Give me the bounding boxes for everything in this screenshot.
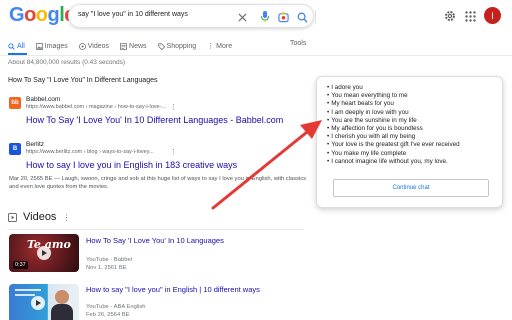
header-divider <box>0 55 512 56</box>
mic-icon[interactable] <box>258 10 272 24</box>
list-item: I cannot imagine life without you, my lo… <box>327 158 460 166</box>
list-item: You are the sunshine in my life <box>327 117 460 125</box>
list-item: You make my life complete <box>327 150 460 158</box>
tag-icon <box>157 42 165 50</box>
video-date: Nov 1, 2561 BE <box>86 265 127 271</box>
tab-all[interactable]: All <box>8 39 25 53</box>
tab-label: Shopping <box>166 42 197 50</box>
list-item: I cherish you with all my being <box>327 133 460 141</box>
logo-letter: G <box>9 4 25 26</box>
avatar[interactable]: I <box>484 7 501 24</box>
news-icon <box>120 42 128 50</box>
lens-icon[interactable] <box>276 10 290 24</box>
result-url: https://www.berlitz.com › blog › ways-to… <box>26 149 154 155</box>
thumbnail-graphic <box>15 289 41 291</box>
popup-list: I adore you You mean everything to me My… <box>327 84 460 166</box>
videos-section-header: Videos ⋮ <box>8 211 70 223</box>
apps-icon[interactable] <box>463 9 477 23</box>
thumbnail-graphic <box>15 294 35 296</box>
result-site-name: Babbel.com <box>26 96 61 103</box>
play-icon <box>37 246 51 260</box>
tab-news[interactable]: News <box>120 39 147 53</box>
tab-images[interactable]: Images <box>35 39 68 53</box>
babbel-favicon: bb <box>9 97 21 109</box>
tab-label: Videos <box>87 42 110 50</box>
result-site-name: Berlitz <box>26 141 45 148</box>
tab-videos[interactable]: Videos <box>78 39 110 53</box>
video-title-link[interactable]: How To Say 'I Love You' In 10 Languages <box>86 236 224 245</box>
list-item: My heart beats for you <box>327 100 460 108</box>
result-title-link[interactable]: How To Say 'I Love You' In 10 Different … <box>26 115 283 125</box>
result-stats: About 84,800,000 results (0.43 seconds) <box>8 59 126 66</box>
tab-label: All <box>17 42 25 50</box>
tab-more[interactable]: ⋮ More <box>207 39 232 53</box>
video-duration: 0:37 <box>13 261 28 269</box>
berlitz-favicon: B <box>9 143 21 155</box>
continue-chat-button[interactable]: Continue chat <box>333 179 489 197</box>
list-item: You mean everything to me <box>327 92 460 100</box>
image-icon <box>35 42 43 50</box>
play-icon <box>31 296 45 310</box>
tab-label: More <box>216 42 233 50</box>
presenter-figure <box>55 290 69 304</box>
logo-letter: o <box>24 4 36 26</box>
more-options-icon[interactable]: ⋮ <box>170 103 177 111</box>
search-box[interactable]: say "I love you" in 10 different ways <box>68 4 316 28</box>
video-thumbnail[interactable]: Te amo 0:37 <box>9 234 79 272</box>
search-icon[interactable] <box>295 10 309 24</box>
videos-divider <box>8 229 304 230</box>
result-url: https://www.babbel.com › magazine › how-… <box>26 104 166 110</box>
search-divider <box>315 10 316 24</box>
tools-button[interactable]: Tools <box>290 40 306 47</box>
videos-heading: Videos <box>23 211 57 223</box>
chat-popup: I adore you You mean everything to me My… <box>316 76 503 208</box>
more-options-icon[interactable]: ⋮ <box>62 213 70 222</box>
video-title-link[interactable]: How to say "I love you" in English | 10 … <box>86 285 260 294</box>
video-date: Feb 26, 2564 BE <box>86 312 130 318</box>
list-item: Your love is the greatest gift I've ever… <box>327 141 459 149</box>
video-source: YouTube · Babbel <box>86 257 132 263</box>
tab-label: News <box>129 42 147 50</box>
more-options-icon[interactable]: ⋮ <box>170 148 177 156</box>
settings-icon[interactable] <box>443 9 457 23</box>
video-icon <box>78 42 86 50</box>
result-snippet: Mar 20, 2565 BE — Laugh, swoon, cringe a… <box>9 176 307 190</box>
search-icon <box>8 42 15 50</box>
presenter-figure <box>51 304 73 320</box>
logo-letter: o <box>35 4 48 26</box>
tab-label: Images <box>44 42 68 50</box>
list-item: I am deeply in love with you <box>327 109 460 117</box>
search-input[interactable]: say "I love you" in 10 different ways <box>78 11 188 18</box>
result-title-link[interactable]: How to say I love you in English in 183 … <box>26 160 237 170</box>
featured-question: How To Say "I Love You" In Different Lan… <box>8 77 158 84</box>
close-icon[interactable] <box>235 10 249 24</box>
video-section-icon <box>8 212 17 222</box>
search-tabs: All Images Videos News Shopping ⋮ More <box>8 39 243 53</box>
more-icon: ⋮ <box>207 43 215 50</box>
list-item: I adore you <box>327 84 460 92</box>
list-item: My affection for you is boundless <box>327 125 460 133</box>
video-thumbnail[interactable] <box>9 284 79 320</box>
video-source: YouTube · ABA English <box>86 304 146 310</box>
google-logo[interactable]: Google <box>9 4 75 27</box>
logo-letter: g <box>47 4 60 26</box>
tab-shopping[interactable]: Shopping <box>157 39 197 53</box>
